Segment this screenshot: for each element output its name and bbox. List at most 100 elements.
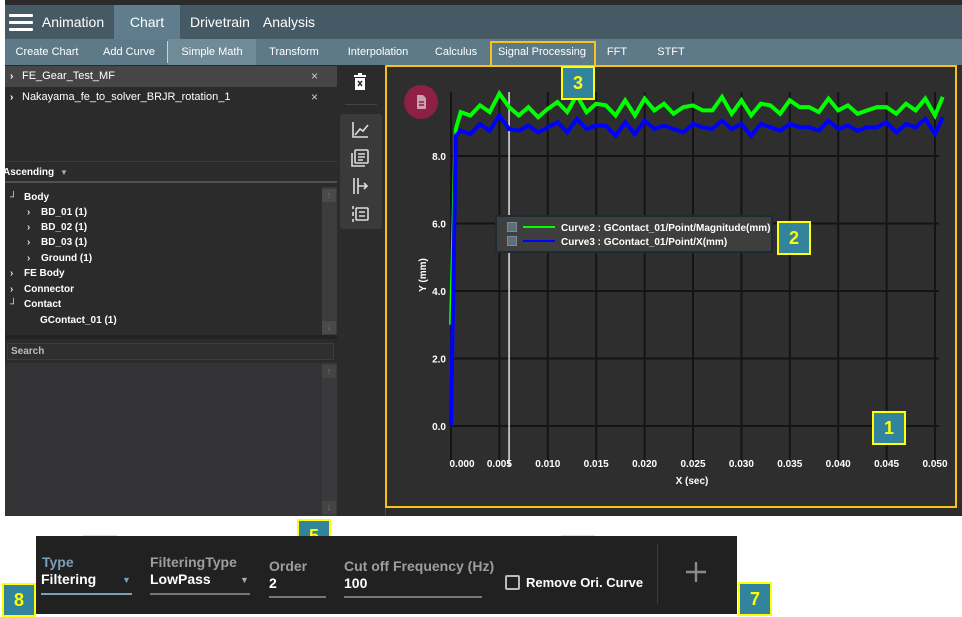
interpolation-button[interactable]: Interpolation — [338, 39, 418, 65]
y-tick-label: 0.0 — [432, 422, 446, 433]
fft-button[interactable]: FFT — [602, 39, 632, 65]
results-scrollbar[interactable]: ↑ ↓ — [322, 363, 337, 516]
tree-node[interactable]: ┘ Contact — [10, 297, 61, 312]
chevron-right-icon[interactable]: › — [27, 251, 41, 266]
annotation-badge: 1 — [872, 411, 906, 445]
file-item[interactable]: › FE_Gear_Test_MF × — [5, 66, 337, 87]
hamburger-menu-icon[interactable] — [9, 14, 33, 31]
close-icon[interactable]: × — [311, 87, 318, 108]
filtering-type-select[interactable]: LowPass — [150, 571, 211, 587]
legend-list-icon[interactable] — [350, 204, 370, 224]
legend-label: Curve3 : GContact_01/Point/X(mm) — [561, 237, 728, 248]
create-chart-button[interactable]: Create Chart — [10, 39, 84, 65]
scroll-down-icon[interactable]: ↓ — [322, 501, 336, 514]
caret-down-icon[interactable]: ▼ — [240, 575, 249, 585]
result-file-panel: › FE_Gear_Test_MF × › Nakayama_fe_to_sol… — [3, 65, 337, 516]
file-name: FE_Gear_Test_MF — [22, 70, 115, 82]
caret-down-icon: ▼ — [60, 168, 68, 177]
chevron-right-icon[interactable]: › — [27, 220, 41, 235]
y-axis-label: Y (mm) — [418, 258, 429, 292]
sort-label: Ascending — [3, 167, 55, 178]
sort-dropdown[interactable]: Ascending ▼ — [3, 161, 337, 183]
tab-chart[interactable]: Chart — [114, 5, 180, 39]
y-tick-label: 2.0 — [432, 355, 446, 366]
tree-node[interactable]: › BD_02 (1) — [27, 220, 87, 235]
type-underline — [41, 593, 132, 595]
x-tick-label: 0.050 — [922, 459, 947, 470]
scroll-up-icon[interactable]: ↑ — [322, 189, 336, 202]
tree-node[interactable]: › FE Body — [10, 266, 65, 281]
tab-drivetrain[interactable]: Drivetrain — [181, 5, 259, 39]
chevron-right-icon[interactable]: › — [10, 66, 13, 87]
annotation-badge: 3 — [561, 66, 595, 100]
tree-node-label: Connector — [24, 284, 74, 295]
annotation-badge: 2 — [777, 221, 811, 255]
add-curve-button[interactable]: Add Curve — [93, 39, 165, 65]
app-window: Animation Chart Drivetrain Analysis Crea… — [3, 0, 962, 516]
tree-node[interactable]: › BD_03 (1) — [27, 235, 87, 250]
filtering-type-underline — [150, 593, 250, 595]
legend-item[interactable]: Curve2 : GContact_01/Point/Magnitude(mm) — [507, 222, 770, 236]
y-tick-label: 8.0 — [432, 152, 446, 163]
simple-math-button[interactable]: Simple Math — [168, 39, 256, 65]
tree-node-label: Contact — [24, 299, 62, 310]
curve-list-icon[interactable] — [350, 148, 370, 168]
tree-node-label: GContact_01 (1) — [40, 315, 117, 326]
close-icon[interactable]: × — [311, 66, 318, 87]
series-line-3[interactable] — [449, 111, 945, 427]
entity-tree: ┘ Body › BD_01 (1) › BD_02 (1) › BD_03 (1) ›… — [5, 187, 325, 335]
annotation-badge: 7 — [738, 582, 772, 616]
transform-button[interactable]: Transform — [260, 39, 328, 65]
legend-checkbox[interactable] — [507, 222, 517, 232]
x-tick-label: 0.020 — [632, 459, 657, 470]
file-item[interactable]: › Nakayama_fe_to_solver_BRJR_rotation_1 … — [5, 87, 337, 108]
chevron-right-icon[interactable]: › — [10, 266, 24, 281]
tree-node[interactable]: ┘ Body — [10, 190, 49, 205]
type-label: Type — [42, 554, 74, 570]
tree-node[interactable]: › Connector — [10, 282, 74, 297]
tree-node[interactable]: GContact_01 (1) — [40, 313, 117, 328]
x-tick-label: 0.045 — [874, 459, 899, 470]
order-input[interactable]: 2 — [269, 575, 277, 591]
tree-node-label: Body — [24, 192, 49, 203]
scroll-down-icon[interactable]: ↓ — [322, 321, 336, 334]
tree-node-label: BD_03 (1) — [41, 237, 88, 248]
add-chart-icon[interactable] — [350, 120, 370, 140]
chevron-right-icon[interactable]: › — [27, 205, 41, 220]
tree-node-label: BD_02 (1) — [41, 222, 88, 233]
cutoff-underline — [344, 596, 482, 598]
tree-node[interactable]: › Ground (1) — [27, 251, 92, 266]
cutoff-frequency-input[interactable]: 100 — [344, 575, 367, 591]
chart-toolbar: Create Chart Add Curve Simple Math Trans… — [5, 39, 962, 65]
y-tick-label: 4.0 — [432, 287, 446, 298]
collapse-icon[interactable]: ┘ — [10, 190, 24, 205]
tree-scrollbar[interactable]: ↑ ↓ — [322, 187, 337, 335]
tree-node-label: FE Body — [24, 268, 65, 279]
legend-item[interactable]: Curve3 : GContact_01/Point/X(mm) — [507, 236, 727, 250]
type-select[interactable]: Filtering — [41, 571, 96, 587]
tab-analysis[interactable]: Analysis — [259, 5, 319, 39]
tree-node[interactable]: › BD_01 (1) — [27, 205, 87, 220]
collapse-icon[interactable]: ┘ — [10, 297, 24, 312]
scroll-up-icon[interactable]: ↑ — [322, 365, 336, 378]
chevron-right-icon[interactable]: › — [27, 235, 41, 250]
remove-original-checkbox[interactable] — [505, 575, 520, 590]
cutoff-frequency-label: Cut off Frequency (Hz) — [344, 558, 495, 574]
legend-swatch — [523, 226, 555, 228]
signal-processing-button[interactable]: Signal Processing — [491, 39, 593, 65]
main-menu-bar: Animation Chart Drivetrain Analysis — [5, 5, 962, 39]
chevron-right-icon[interactable]: › — [10, 282, 24, 297]
chevron-right-icon[interactable]: › — [10, 87, 13, 108]
caret-down-icon[interactable]: ▼ — [122, 575, 131, 585]
delete-chart-icon[interactable] — [353, 73, 367, 91]
remove-original-label[interactable]: Remove Ori. Curve — [526, 575, 643, 590]
split-icon[interactable] — [350, 176, 370, 196]
legend-checkbox[interactable] — [507, 236, 517, 246]
calculus-button[interactable]: Calculus — [425, 39, 487, 65]
signal-processing-form: Type Filtering ▼ FilteringType LowPass ▼… — [36, 536, 737, 614]
annotation-badge: 8 — [2, 583, 36, 617]
stft-button[interactable]: STFT — [646, 39, 696, 65]
search-input[interactable]: Search — [7, 343, 334, 360]
tab-animation[interactable]: Animation — [33, 5, 113, 39]
plus-icon[interactable] — [682, 558, 710, 586]
